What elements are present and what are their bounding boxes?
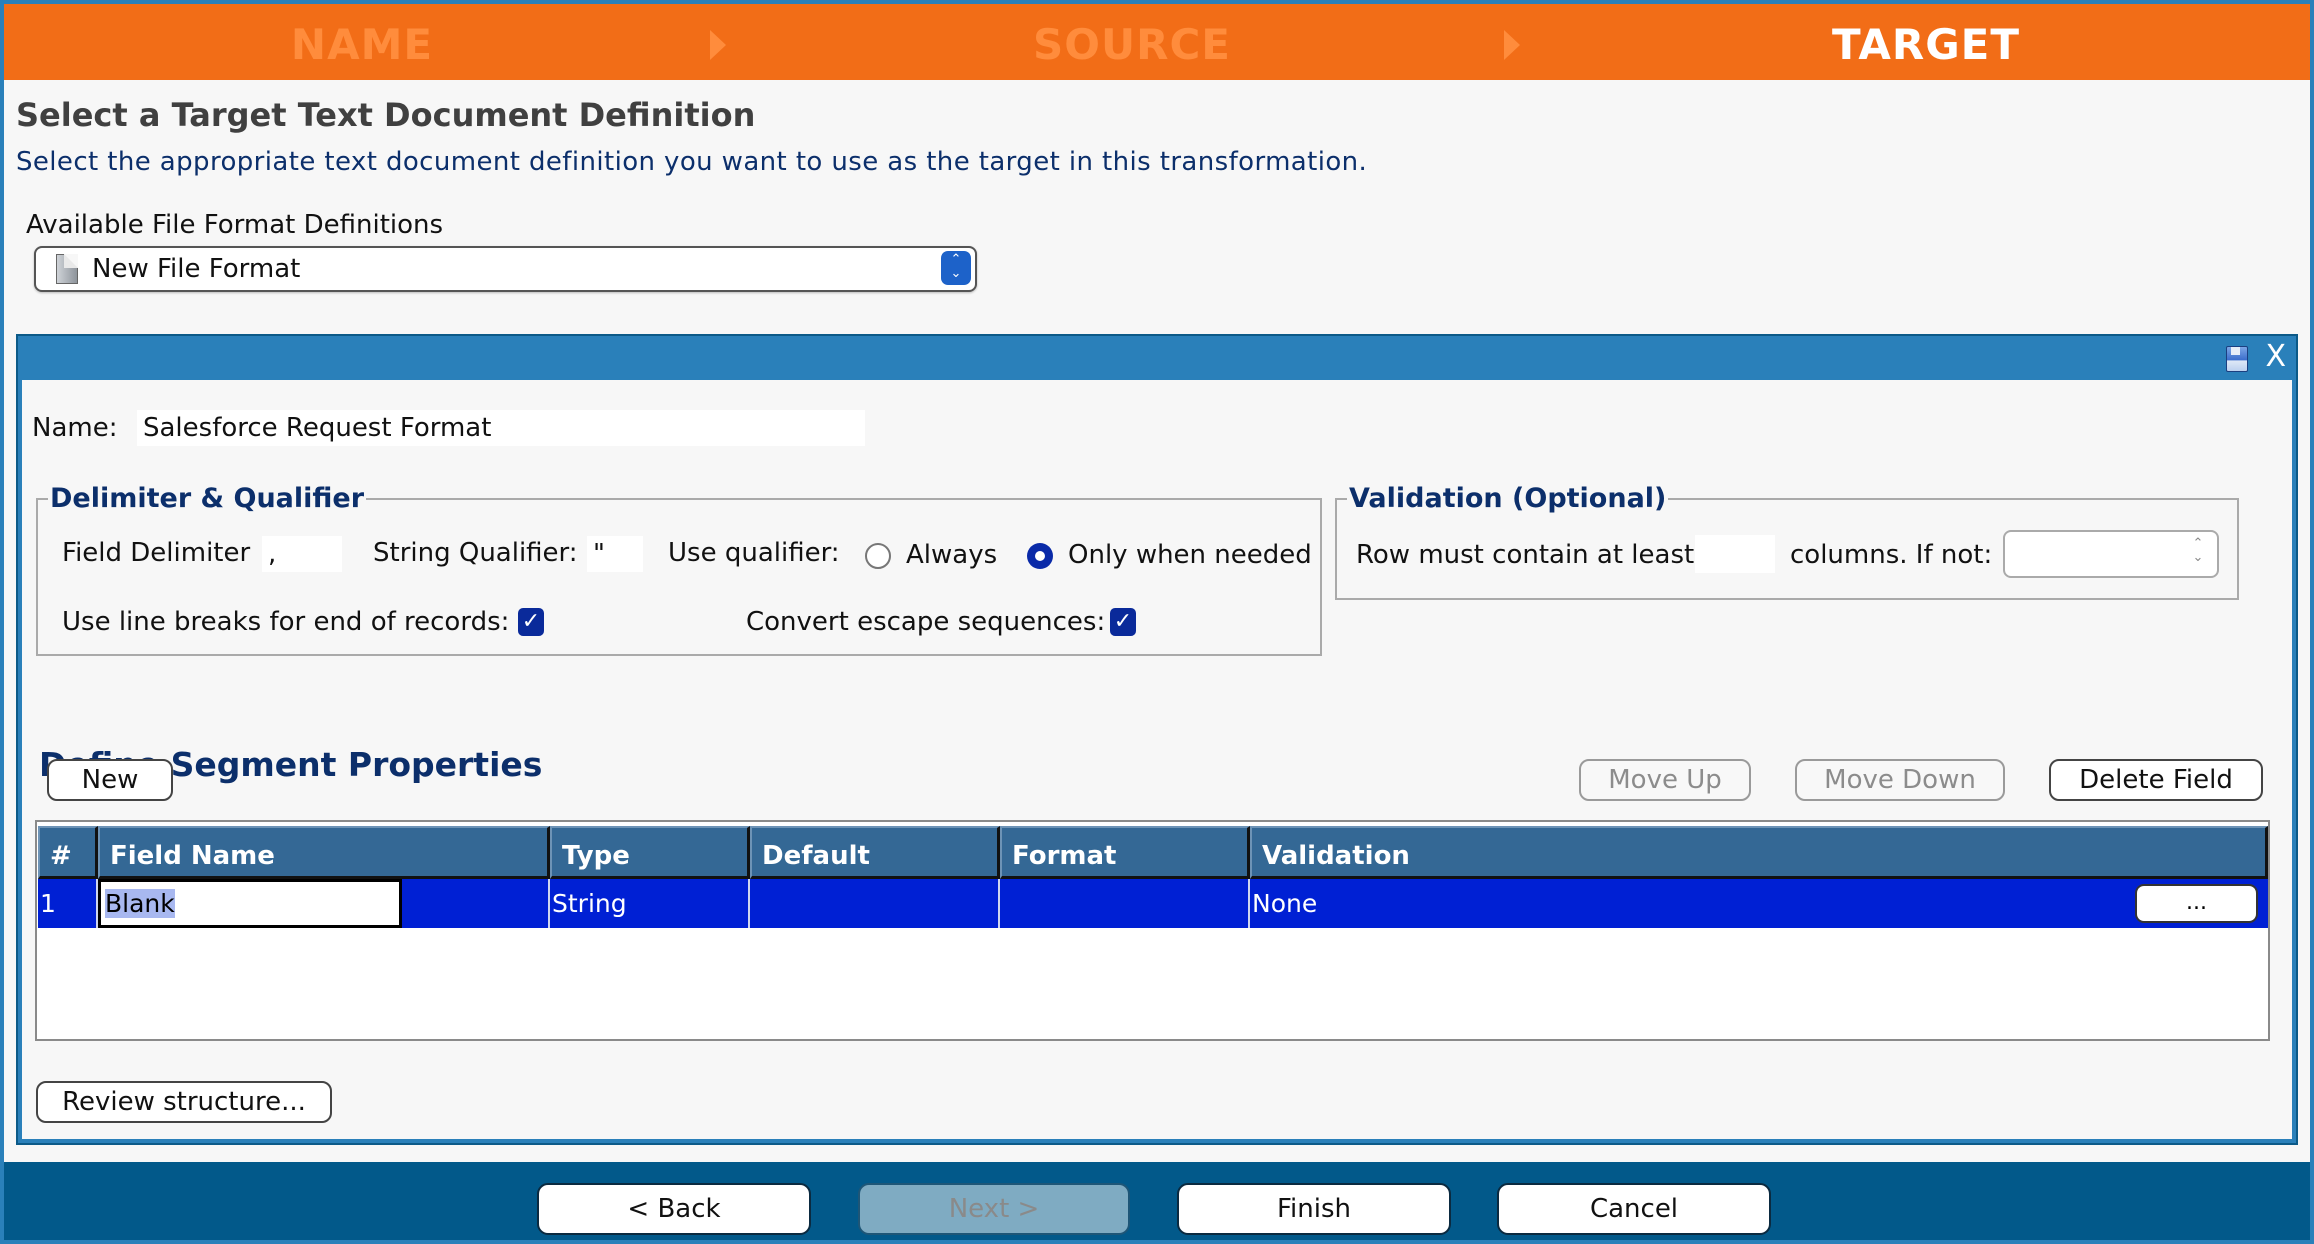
row-min-label: Row must contain at least: [1356, 540, 1695, 570]
document-icon: [56, 254, 78, 284]
new-field-button[interactable]: New: [47, 759, 173, 801]
select-stepper-icon: ⌃ ⌄: [941, 251, 971, 285]
if-not-select[interactable]: ⌃ ⌄: [2003, 530, 2219, 578]
move-up-button[interactable]: Move Up: [1579, 759, 1751, 801]
fields-table: # Field Name Type Default Format Validat…: [35, 820, 2270, 1041]
cell-default[interactable]: [750, 879, 1000, 928]
close-icon[interactable]: X: [2265, 340, 2286, 374]
if-not-label: columns. If not:: [1790, 540, 1993, 570]
escape-sequences-label: Convert escape sequences:: [746, 607, 1106, 637]
back-button[interactable]: < Back: [537, 1183, 811, 1235]
column-header-validation[interactable]: Validation: [1250, 826, 2268, 879]
wizard-steps-bar: NAME SOURCE TARGET: [4, 4, 2310, 80]
line-breaks-label: Use line breaks for end of records:: [62, 607, 510, 637]
qualifier-only-when-needed-radio[interactable]: [1027, 543, 1053, 569]
delete-field-button[interactable]: Delete Field: [2049, 759, 2263, 801]
panel-body: Name: Salesforce Request Format Delimite…: [22, 380, 2292, 1139]
file-format-select-value: New File Format: [92, 254, 301, 284]
panel-header: X: [18, 336, 2296, 380]
field-delimiter-label: Field Delimiter: [62, 538, 251, 568]
column-header-format[interactable]: Format: [1000, 826, 1250, 879]
escape-sequences-checkbox[interactable]: ✓: [1110, 608, 1136, 636]
page-title: Select a Target Text Document Definition: [16, 96, 756, 134]
string-qualifier-input[interactable]: ": [587, 536, 643, 572]
save-icon[interactable]: [2226, 346, 2248, 372]
step-source: SOURCE: [1033, 20, 1231, 69]
qualifier-always-radio[interactable]: [865, 543, 891, 569]
cell-number[interactable]: 1: [38, 879, 98, 928]
field-name-value[interactable]: Blank: [105, 889, 175, 918]
column-header-default[interactable]: Default: [750, 826, 1000, 879]
cell-field-name-editor[interactable]: Blank: [98, 879, 402, 928]
wizard-footer: < Back Next > Finish Cancel: [4, 1162, 2310, 1240]
column-header-number[interactable]: #: [38, 826, 98, 879]
cell-type[interactable]: String: [550, 879, 750, 928]
qualifier-always-label[interactable]: Always: [906, 540, 997, 570]
use-qualifier-label: Use qualifier:: [668, 538, 840, 568]
format-definition-panel: X Name: Salesforce Request Format Delimi…: [16, 334, 2298, 1145]
step-arrow-icon: [710, 30, 726, 60]
row-min-columns-input[interactable]: [1695, 535, 1775, 573]
move-down-button[interactable]: Move Down: [1795, 759, 2005, 801]
cell-validation[interactable]: None ...: [1250, 879, 2268, 928]
finish-button[interactable]: Finish: [1177, 1183, 1451, 1235]
name-label: Name:: [32, 413, 118, 443]
review-structure-button[interactable]: Review structure...: [36, 1081, 332, 1123]
column-header-field-name[interactable]: Field Name: [98, 826, 550, 879]
cell-format[interactable]: [1000, 879, 1250, 928]
page-subtitle: Select the appropriate text document def…: [16, 147, 1368, 177]
delimiter-qualifier-legend: Delimiter & Qualifier: [50, 483, 365, 514]
cancel-button[interactable]: Cancel: [1497, 1183, 1771, 1235]
format-select-label: Available File Format Definitions: [26, 210, 444, 240]
select-stepper-icon: ⌃ ⌄: [2192, 536, 2204, 565]
validation-edit-button[interactable]: ...: [2135, 884, 2258, 923]
qualifier-only-when-needed-label[interactable]: Only when needed: [1068, 540, 1312, 570]
line-breaks-checkbox[interactable]: ✓: [518, 608, 544, 636]
cell-validation-value: None: [1252, 889, 1318, 918]
field-delimiter-input[interactable]: ,: [262, 536, 342, 572]
step-target: TARGET: [1831, 20, 2021, 69]
file-format-select[interactable]: New File Format ⌃ ⌄: [34, 246, 977, 292]
validation-legend: Validation (Optional): [1349, 483, 1667, 514]
step-name: NAME: [290, 20, 434, 69]
column-header-type[interactable]: Type: [550, 826, 750, 879]
step-arrow-icon: [1504, 30, 1520, 60]
next-button[interactable]: Next >: [858, 1183, 1130, 1235]
cell-field-name-rest[interactable]: [402, 879, 550, 928]
name-input[interactable]: Salesforce Request Format: [137, 410, 865, 446]
string-qualifier-label: String Qualifier:: [373, 538, 578, 568]
